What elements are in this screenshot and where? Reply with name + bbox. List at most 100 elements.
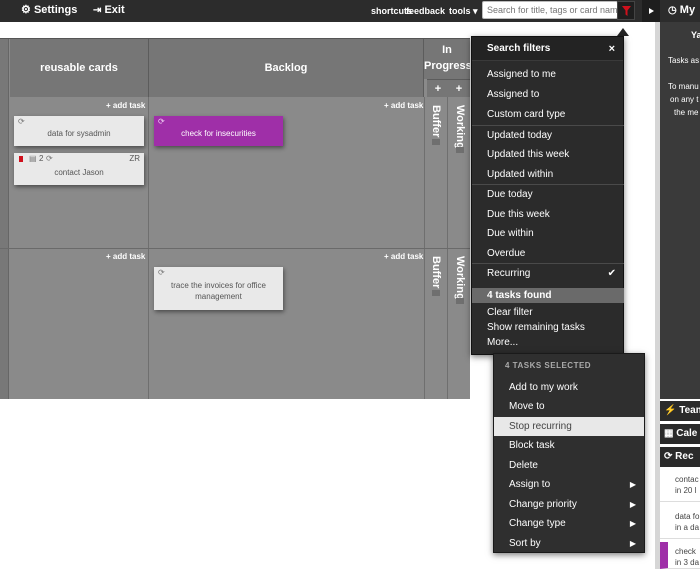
working-label: Working	[454, 256, 466, 300]
my-panel-header[interactable]: ◷ My	[668, 0, 695, 20]
wip-box	[432, 290, 440, 296]
action-change-type[interactable]: Change type ▶	[494, 514, 644, 533]
bulk-actions-menu: 4 TASKS SELECTED Add to my work Move to …	[493, 353, 645, 553]
card-title: trace the invoices for office management	[170, 281, 266, 301]
checkmark-icon: ✔	[607, 268, 616, 279]
team-section[interactable]: ⚡ Team	[660, 401, 700, 421]
column-header-reusable[interactable]: reusable cards	[10, 39, 149, 97]
filter-updated-this-week[interactable]: Updated this week	[472, 145, 624, 164]
refresh-icon: ⟳	[664, 451, 673, 462]
tasks-found-count: 4 tasks found	[472, 288, 624, 303]
recurring-item-time: in a da	[675, 523, 700, 532]
feedback-link[interactable]: feedback	[406, 0, 445, 22]
action-sort-by[interactable]: Sort by ▶	[494, 534, 644, 553]
filter-recurring[interactable]: Recurring ✔	[472, 264, 624, 283]
card-count: 2	[39, 154, 44, 163]
selection-count-header: 4 TASKS SELECTED	[505, 361, 592, 370]
exit-icon: ⇥	[93, 5, 102, 16]
filter-updated-today[interactable]: Updated today	[472, 126, 624, 145]
recurring-item[interactable]: data fo in a da	[660, 505, 700, 539]
wip-box	[456, 147, 464, 153]
recurring-icon: ⟳	[46, 154, 53, 163]
panel-text: on any t	[670, 95, 699, 104]
calendar-icon: ▦	[664, 428, 674, 439]
change-priority-label: Change priority	[509, 499, 577, 510]
add-column-button[interactable]: +	[427, 79, 449, 97]
my-label: My	[679, 4, 696, 16]
recurring-item[interactable]: contac in 20 l	[660, 470, 700, 502]
filter-recurring-label: Recurring	[487, 268, 531, 279]
my-work-panel: Ya Tasks as To manu on any t the me	[660, 22, 700, 399]
filter-updated-within[interactable]: Updated within	[472, 165, 624, 184]
action-move-to[interactable]: Move to	[494, 397, 644, 416]
task-card[interactable]: ▤ 2 ⟳ ZR contact Jason	[14, 153, 144, 185]
assignee-initials: ZR	[129, 154, 140, 163]
action-block-task[interactable]: Block task	[494, 436, 644, 455]
action-change-priority[interactable]: Change priority ▶	[494, 495, 644, 514]
panel-title: Ya	[691, 30, 700, 40]
action-stop-recurring[interactable]: Stop recurring	[494, 417, 644, 436]
submenu-arrow-icon: ▶	[629, 500, 636, 509]
action-delete[interactable]: Delete	[494, 456, 644, 475]
filter-custom-card-type[interactable]: Custom card type	[472, 105, 624, 124]
tools-menu[interactable]: tools ▾	[449, 0, 478, 22]
add-task-link[interactable]: + add task	[106, 252, 145, 261]
recurring-item-title: check	[675, 547, 696, 556]
show-remaining-tasks-link[interactable]: Show remaining tasks	[472, 320, 624, 335]
wip-box	[432, 139, 440, 145]
add-task-link[interactable]: + add task	[106, 101, 145, 110]
filter-assigned-to[interactable]: Assigned to	[472, 85, 624, 104]
team-label: Team	[679, 405, 700, 416]
action-add-to-my-work[interactable]: Add to my work	[494, 378, 644, 397]
filter-due-today[interactable]: Due today	[472, 185, 624, 204]
calendar-section[interactable]: ▦ Cale	[660, 424, 700, 444]
recurring-icon: ⟳	[158, 117, 165, 126]
settings-button[interactable]: ⚙ Settings	[21, 0, 77, 20]
clear-filter-link[interactable]: Clear filter	[472, 305, 624, 320]
search-filters-popup: Search filters × Assigned to me Assigned…	[471, 36, 624, 355]
settings-label: Settings	[33, 4, 78, 16]
calendar-icon: ▤	[29, 154, 37, 163]
clock-icon: ◷	[668, 5, 677, 16]
recurring-icon: ⟳	[158, 268, 165, 277]
more-filters-link[interactable]: More...	[472, 335, 624, 350]
filter-assigned-to-me[interactable]: Assigned to me	[472, 65, 624, 84]
popup-pointer	[617, 28, 629, 36]
add-task-link[interactable]: + add task	[384, 101, 423, 110]
task-card[interactable]: ⟳ data for sysadmin	[14, 116, 144, 146]
search-filters-title: Search filters	[487, 43, 551, 54]
task-card[interactable]: ⟳ check for insecurities	[154, 116, 283, 146]
buffer-label: Buffer	[430, 256, 442, 289]
close-icon[interactable]: ×	[609, 37, 615, 61]
working-label: Working	[454, 105, 466, 149]
recurring-item-title: contac	[675, 475, 699, 484]
submenu-arrow-icon: ▶	[629, 519, 636, 528]
column-header-in-progress[interactable]: In Progress	[424, 39, 472, 79]
action-assign-to[interactable]: Assign to ▶	[494, 475, 644, 494]
swimlane-handle	[0, 39, 9, 399]
filter-due-this-week[interactable]: Due this week	[472, 205, 624, 224]
submenu-arrow-icon: ▶	[629, 480, 636, 489]
add-task-link[interactable]: + add task	[384, 252, 423, 261]
recurring-item-title: data fo	[675, 512, 700, 521]
expand-panel-button[interactable]	[642, 0, 660, 22]
change-type-label: Change type	[509, 518, 566, 529]
exit-button[interactable]: ⇥ Exit	[93, 0, 125, 20]
card-title: check for insecurities	[181, 129, 256, 138]
add-column-button-2[interactable]: +	[448, 79, 470, 97]
recurring-item-time: in 3 da	[675, 558, 700, 567]
recurring-item[interactable]: check in 3 da	[660, 542, 700, 569]
recurring-section[interactable]: ⟳ Rec	[660, 447, 700, 467]
search-input[interactable]	[482, 1, 618, 19]
panel-text: Tasks as	[668, 56, 700, 65]
filter-overdue[interactable]: Overdue	[472, 244, 624, 263]
submenu-arrow-icon: ▶	[629, 539, 636, 548]
panel-text: the me	[674, 108, 699, 117]
filter-icon	[622, 6, 631, 16]
column-header-backlog[interactable]: Backlog	[149, 39, 424, 97]
task-card[interactable]: ⟳ trace the invoices for office manageme…	[154, 267, 283, 310]
assign-to-label: Assign to	[509, 479, 551, 490]
recurring-icon: ⟳	[18, 117, 25, 126]
filter-due-within[interactable]: Due within	[472, 224, 624, 243]
filter-button[interactable]	[617, 1, 635, 20]
